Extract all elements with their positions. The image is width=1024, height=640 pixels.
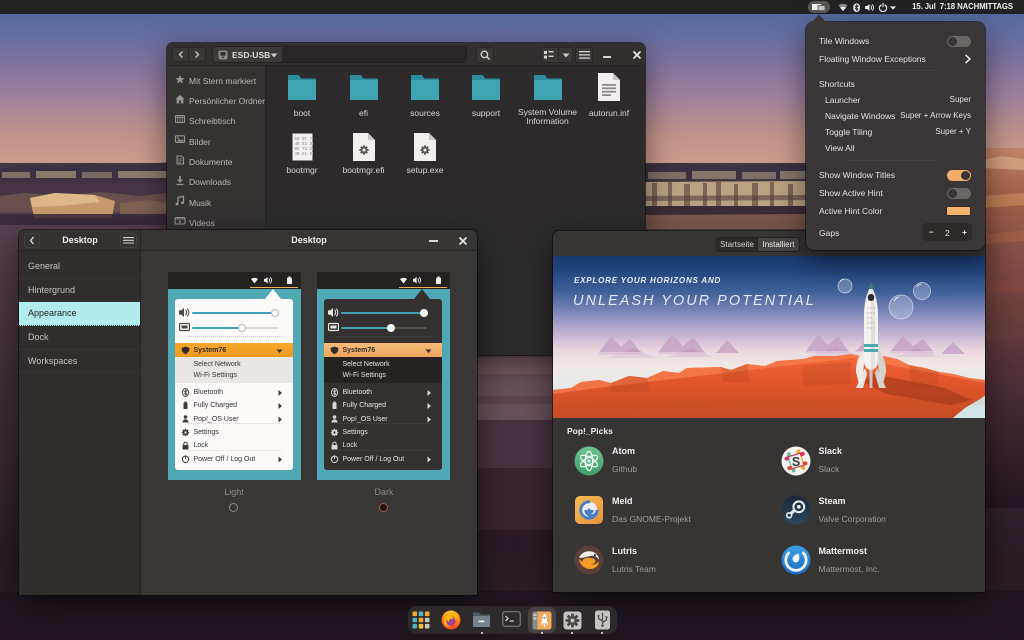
svg-text:4B 81 8E: 4B 81 8E — [294, 153, 313, 157]
svg-text:S: S — [791, 454, 799, 468]
svg-text:4B 83 8F: 4B 83 8F — [294, 143, 313, 147]
svg-text:8E 73 20: 8E 73 20 — [294, 148, 313, 152]
svg-text:UNLEASH YOUR POTENTIAL: UNLEASH YOUR POTENTIAL — [573, 293, 816, 309]
svg-text:50 8F 73: 50 8F 73 — [294, 138, 313, 142]
svg-text:EXPLORE YOUR HORIZONS AND: EXPLORE YOUR HORIZONS AND — [574, 276, 721, 285]
